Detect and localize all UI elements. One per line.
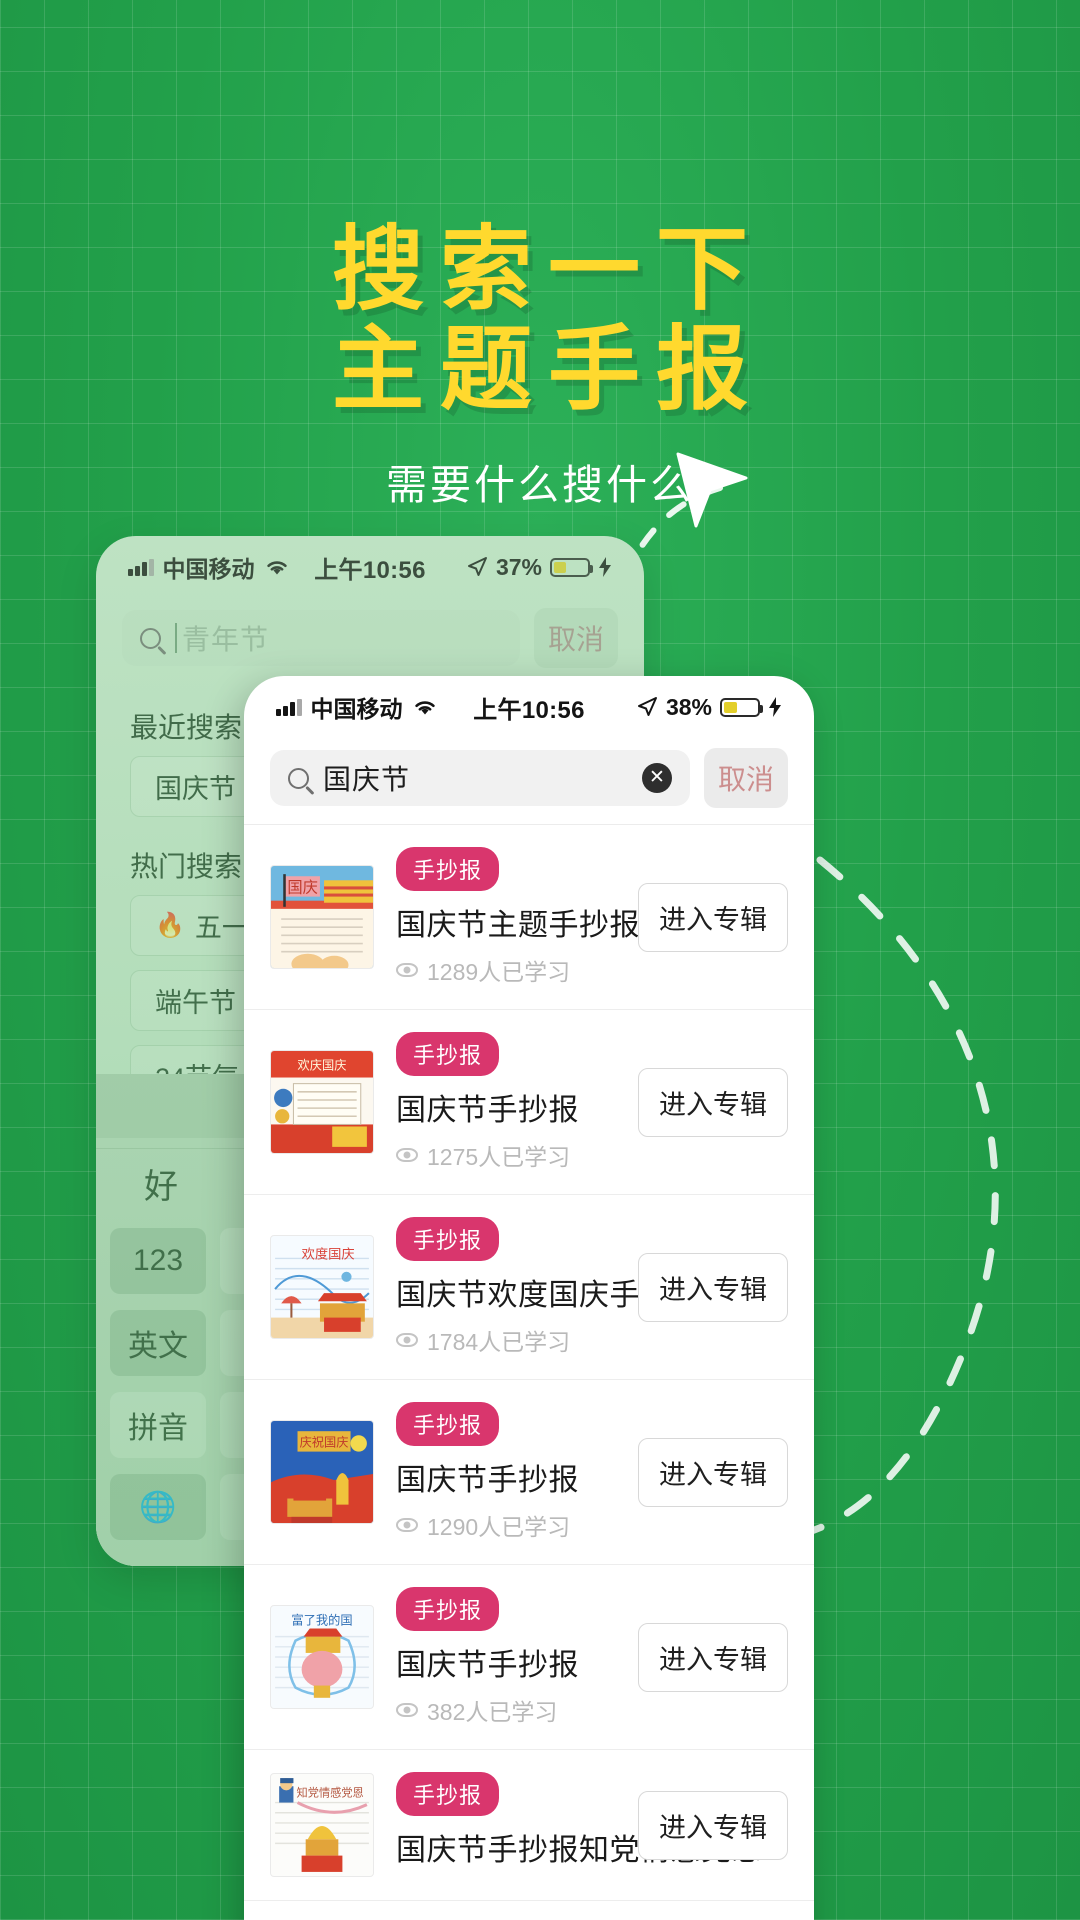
- search-results-list: 国庆 手抄报 国庆节主题手抄报 1289人已学习 进入专辑 欢庆国庆 手抄报 国…: [244, 824, 814, 1901]
- result-row[interactable]: 欢度国庆 手抄报 国庆节欢度国庆手抄报 1784人已学习 进入专辑: [244, 1195, 814, 1380]
- enter-album-button[interactable]: 进入专辑: [638, 1252, 788, 1322]
- hero-title-line2: 主题手报: [331, 315, 764, 423]
- back-search-input[interactable]: 青年节: [122, 610, 520, 666]
- result-views: 382人已学习: [396, 1693, 616, 1727]
- result-views: 1289人已学习: [396, 953, 616, 987]
- front-search-input[interactable]: 国庆节 ✕: [270, 750, 690, 806]
- cursor-arrow-icon: [676, 452, 748, 528]
- eye-icon: [396, 1518, 418, 1532]
- result-row[interactable]: 知党情感党恩 手抄报 国庆节手抄报知党情感党恩 进入专辑: [244, 1750, 814, 1901]
- svg-text:庆祝国庆: 庆祝国庆: [300, 1436, 349, 1450]
- key-pinyin[interactable]: 拼音: [110, 1392, 206, 1458]
- eye-icon: [396, 1703, 418, 1717]
- front-cancel-button[interactable]: 取消: [703, 748, 788, 808]
- result-badge: 手抄报: [396, 847, 500, 891]
- result-row[interactable]: 富了我的国 手抄报 国庆节手抄报 382人已学习 进入专辑: [244, 1565, 814, 1750]
- eye-icon: [396, 1333, 418, 1347]
- back-cancel-button[interactable]: 取消: [533, 608, 618, 668]
- result-badge: 手抄报: [396, 1217, 500, 1261]
- result-thumbnail: 欢庆国庆: [270, 1050, 374, 1154]
- result-row[interactable]: 庆祝国庆 手抄报 国庆节手抄报 1290人已学习 进入专辑: [244, 1380, 814, 1565]
- back-search-placeholder: 青年节: [182, 624, 270, 655]
- result-thumbnail: 知党情感党恩: [270, 1773, 374, 1877]
- enter-album-button[interactable]: 进入专辑: [638, 1622, 788, 1692]
- result-views: 1275人已学习: [396, 1138, 616, 1172]
- result-badge: 手抄报: [396, 1032, 500, 1076]
- foreground-phone-results-screen: 中国移动 上午10:56 38% 国庆节 ✕ 取消 国庆 手抄报 国庆节主题手抄…: [244, 676, 814, 1920]
- result-title: 国庆节欢度国庆手抄报: [396, 1279, 701, 1312]
- result-title: 国庆节手抄报知党情感党恩: [396, 1834, 762, 1867]
- suggestion-1[interactable]: 好: [144, 1159, 178, 1208]
- result-views-label: 1290人已学习: [427, 1514, 571, 1540]
- lightning-bolt-icon: [599, 557, 611, 577]
- flame-icon: 🔥: [155, 912, 185, 939]
- svg-text:知党情感党恩: 知党情感党恩: [297, 1785, 364, 1799]
- result-title: 国庆节手抄报: [396, 1649, 579, 1682]
- result-badge: 手抄报: [396, 1402, 500, 1446]
- result-thumbnail: 富了我的国: [270, 1605, 374, 1709]
- text-caret: [175, 623, 177, 653]
- hero-banner: 搜索一下 主题手报 需要什么搜什么: [0, 0, 1080, 511]
- hot-tag-label: 五一: [194, 913, 249, 943]
- front-status-bar: 中国移动 上午10:56 38%: [244, 676, 814, 738]
- front-search-value: 国庆节: [323, 764, 411, 795]
- svg-text:富了我的国: 富了我的国: [291, 1612, 352, 1627]
- enter-album-button[interactable]: 进入专辑: [638, 1790, 788, 1860]
- eye-icon: [396, 1148, 418, 1162]
- battery-icon: [720, 697, 763, 717]
- hero-title-line1: 搜索一下: [331, 216, 764, 323]
- svg-text:欢庆国庆: 欢庆国庆: [298, 1057, 347, 1072]
- search-icon: [288, 767, 309, 789]
- result-thumbnail: 欢度国庆: [270, 1235, 374, 1339]
- battery-icon: [550, 557, 593, 577]
- result-row[interactable]: 欢庆国庆 手抄报 国庆节手抄报 1275人已学习 进入专辑: [244, 1010, 814, 1195]
- enter-album-button[interactable]: 进入专辑: [638, 1067, 788, 1137]
- back-status-bar: 中国移动 上午10:56 37%: [96, 536, 644, 598]
- key-english[interactable]: 英文: [110, 1310, 206, 1376]
- result-views: 1290人已学习: [396, 1508, 616, 1542]
- svg-text:国庆: 国庆: [287, 880, 318, 897]
- eye-icon: [396, 963, 418, 977]
- lightning-bolt-icon: [769, 697, 781, 717]
- key-123[interactable]: 123: [110, 1228, 206, 1294]
- result-views-label: 1289人已学习: [427, 959, 571, 985]
- result-title: 国庆节手抄报: [396, 1094, 579, 1127]
- globe-icon[interactable]: 🌐: [110, 1474, 206, 1540]
- recent-tag-label: 国庆节: [155, 774, 236, 804]
- result-badge: 手抄报: [396, 1772, 500, 1816]
- svg-text:欢度国庆: 欢度国庆: [302, 1246, 355, 1261]
- result-views: 1784人已学习: [396, 1323, 616, 1357]
- enter-album-button[interactable]: 进入专辑: [638, 882, 788, 952]
- back-search-row: 青年节 取消: [96, 598, 644, 684]
- location-arrow-icon: [467, 557, 487, 576]
- result-views-label: 1784人已学习: [427, 1329, 571, 1355]
- result-badge: 手抄报: [396, 1587, 500, 1631]
- search-icon: [140, 627, 161, 649]
- hot-tag-label: 端午节: [155, 988, 236, 1018]
- front-search-row: 国庆节 ✕ 取消: [244, 738, 814, 824]
- result-thumbnail: 国庆: [270, 865, 374, 969]
- result-views-label: 382人已学习: [427, 1699, 558, 1725]
- location-arrow-icon: [637, 697, 657, 716]
- result-thumbnail: 庆祝国庆: [270, 1420, 374, 1524]
- hot-tag-duanwu[interactable]: 端午节: [130, 970, 261, 1031]
- result-title: 国庆节手抄报: [396, 1464, 579, 1497]
- result-row[interactable]: 国庆 手抄报 国庆节主题手抄报 1289人已学习 进入专辑: [244, 825, 814, 1010]
- enter-album-button[interactable]: 进入专辑: [638, 1437, 788, 1507]
- result-title: 国庆节主题手抄报: [396, 909, 640, 942]
- recent-tag[interactable]: 国庆节: [130, 756, 261, 817]
- clear-circle-icon[interactable]: ✕: [641, 763, 672, 793]
- result-views-label: 1275人已学习: [427, 1144, 571, 1170]
- front-battery-percent: 38%: [665, 693, 712, 720]
- back-battery-percent: 37%: [495, 553, 542, 580]
- hero-subtitle: 需要什么搜什么: [386, 462, 694, 509]
